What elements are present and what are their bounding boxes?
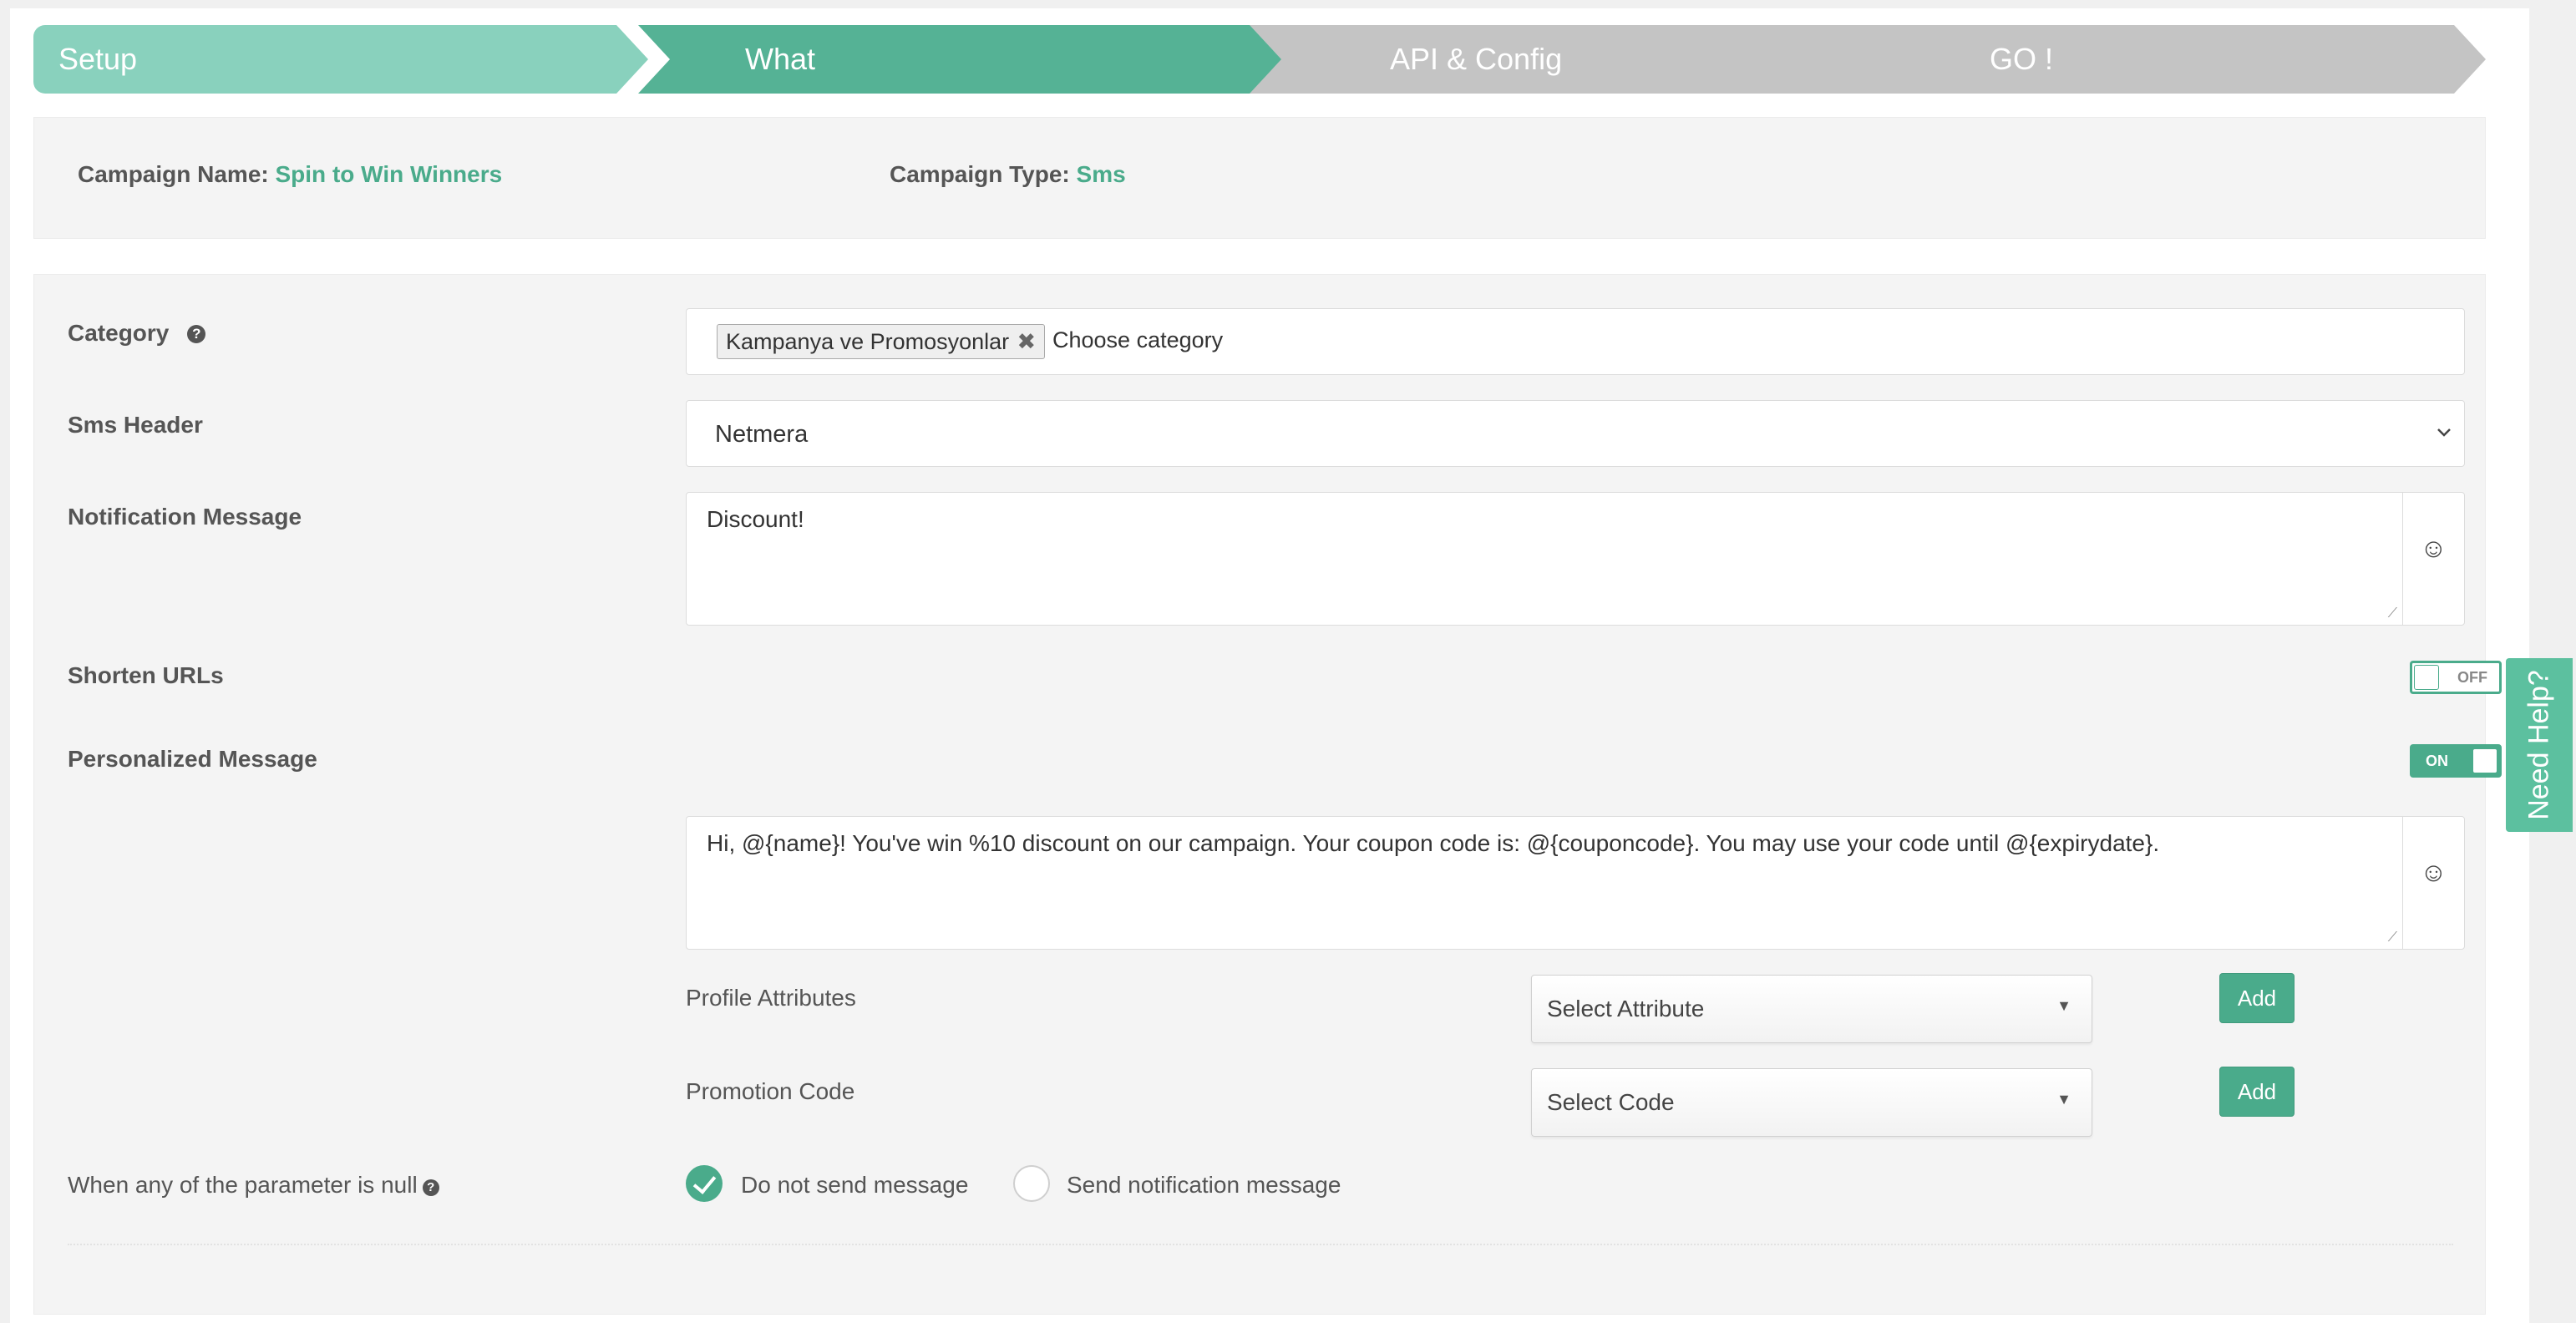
category-placeholder[interactable]: Choose category <box>1052 327 1223 353</box>
wizard-steps: Setup What API & Config GO ! <box>33 25 2472 94</box>
campaign-type-value: Sms <box>1076 161 1126 187</box>
resize-handle-icon[interactable]: ⟋ <box>2388 930 2397 945</box>
chevron-down-icon <box>2437 428 2451 437</box>
radio-do-not-send[interactable] <box>686 1165 723 1202</box>
personalized-message-toggle[interactable]: ON <box>2410 744 2502 778</box>
personalized-message-toggle-text: ON <box>2426 753 2448 769</box>
category-multiselect[interactable]: Kampanya ve Promosyonlar ✖ Choose catego… <box>686 308 2465 375</box>
category-label: Category? <box>68 320 206 347</box>
sms-header-value: Netmera <box>715 421 809 448</box>
notification-message-label: Notification Message <box>68 504 302 530</box>
null-param-label-text: When any of the parameter is null <box>68 1172 418 1198</box>
question-circle-icon[interactable]: ? <box>187 325 206 343</box>
question-circle-icon[interactable]: ? <box>422 1179 439 1196</box>
notification-message-textarea[interactable]: Discount! ⟋ ☺ <box>686 492 2465 626</box>
radio-send-notification[interactable] <box>1013 1165 1050 1202</box>
remove-tag-icon[interactable]: ✖ <box>1017 325 1037 358</box>
message-form-panel: Category? Kampanya ve Promosyonlar ✖ Cho… <box>33 274 2502 1315</box>
radio-send-notification-label[interactable]: Send notification message <box>1067 1172 1341 1199</box>
caret-down-icon: ▼ <box>2056 997 2071 1014</box>
category-tag: Kampanya ve Promosyonlar ✖ <box>717 324 1046 359</box>
campaign-name-label: Campaign Name: <box>78 161 269 187</box>
notification-message-value: Discount! <box>707 506 804 532</box>
need-help-label: Need Help? <box>2523 670 2555 820</box>
smiley-icon: ☺ <box>2420 533 2447 563</box>
campaign-info-panel: Campaign Name: Spin to Win Winners Campa… <box>33 117 2486 239</box>
shorten-urls-label: Shorten URLs <box>68 662 224 688</box>
sms-header-select[interactable]: Netmera <box>686 400 2465 467</box>
step-what[interactable]: What <box>638 25 1303 94</box>
personalized-message-textarea[interactable]: Hi, @{name}! You've win %10 discount on … <box>686 816 2465 950</box>
campaign-type-label: Campaign Type: <box>890 161 1070 187</box>
campaign-name-value: Spin to Win Winners <box>275 161 503 187</box>
smiley-icon: ☺ <box>2420 857 2447 887</box>
add-promotion-code-button[interactable]: Add <box>2219 1067 2295 1117</box>
profile-attribute-select[interactable]: Select Attribute ▼ <box>1531 975 2092 1043</box>
add-attribute-button[interactable]: Add <box>2219 973 2295 1023</box>
toggle-knob <box>2472 748 2497 773</box>
shorten-urls-toggle[interactable]: OFF <box>2410 661 2502 694</box>
caret-down-icon: ▼ <box>2056 1091 2071 1108</box>
promotion-code-select[interactable]: Select Code ▼ <box>1531 1068 2092 1137</box>
shorten-urls-toggle-text: OFF <box>2457 669 2487 686</box>
category-label-text: Category <box>68 320 170 346</box>
divider <box>68 1244 2453 1245</box>
promotion-code-select-value: Select Code <box>1547 1089 1675 1115</box>
step-go[interactable]: GO ! <box>1851 25 2486 94</box>
radio-do-not-send-label[interactable]: Do not send message <box>741 1172 968 1199</box>
profile-attributes-label: Profile Attributes <box>686 985 856 1011</box>
emoji-picker-button[interactable]: ☺ <box>2402 817 2464 949</box>
null-param-label: When any of the parameter is null? <box>68 1172 439 1199</box>
resize-handle-icon[interactable]: ⟋ <box>2388 606 2397 621</box>
step-setup[interactable]: Setup <box>33 25 648 94</box>
need-help-tab[interactable]: Need Help? <box>2506 658 2573 832</box>
sms-header-label: Sms Header <box>68 412 203 438</box>
promotion-code-label: Promotion Code <box>686 1078 855 1104</box>
campaign-type: Campaign Type: Sms <box>890 161 1126 188</box>
toggle-knob <box>2414 665 2439 690</box>
personalized-message-value: Hi, @{name}! You've win %10 discount on … <box>707 830 2160 856</box>
category-tag-label: Kampanya ve Promosyonlar <box>726 329 1010 354</box>
personalized-message-label: Personalized Message <box>68 746 317 772</box>
step-api-config[interactable]: API & Config <box>1250 25 1914 94</box>
profile-attribute-select-value: Select Attribute <box>1547 996 1705 1021</box>
campaign-name: Campaign Name: Spin to Win Winners <box>78 161 502 188</box>
emoji-picker-button[interactable]: ☺ <box>2402 493 2464 625</box>
